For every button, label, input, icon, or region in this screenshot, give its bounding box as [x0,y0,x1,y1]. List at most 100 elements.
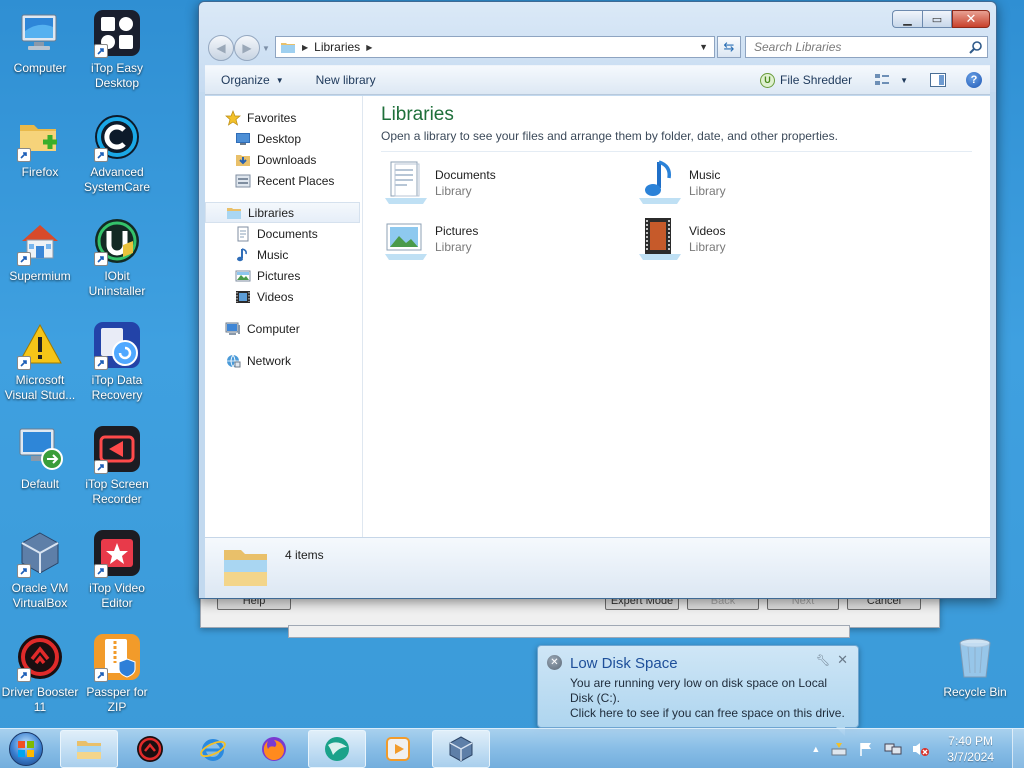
videos-library-icon [635,214,685,264]
library-pictures[interactable]: Pictures Library [381,214,621,264]
low-disk-space-notification[interactable]: ✕ Low Disk Space 🔧︎ ✕ You are running ve… [537,645,859,736]
passper-zip-icon [92,632,142,682]
desktop-icon-advanced-systemcare[interactable]: Advanced SystemCare [77,112,157,195]
desktop-icon-driver-booster[interactable]: Driver Booster 11 [0,632,80,715]
maximize-button[interactable]: ▭ [922,10,952,28]
search-icon[interactable] [969,40,983,54]
green-sphere-app-icon [325,737,349,761]
show-desktop-button[interactable] [1012,729,1024,768]
desktop-icon-itop-data-recovery[interactable]: iTop Data Recovery [77,320,157,403]
network-tray-icon[interactable] [884,741,902,757]
organize-button[interactable]: Organize ▼ [205,73,300,87]
shortcut-arrow-icon [94,668,108,682]
refresh-button[interactable]: ⇆ [717,36,741,58]
nav-item-network[interactable]: Network [205,350,362,371]
taskbar-firefox[interactable] [245,730,303,768]
wrench-icon[interactable]: 🔧︎ [816,654,830,667]
back-nav-button[interactable]: ◀ [208,35,234,61]
notification-line-1: You are running very low on disk space o… [570,676,828,705]
taskbar-driver-booster[interactable] [121,730,179,768]
desktop-icon-iobit-uninstaller[interactable]: IObit Uninstaller [77,216,157,299]
nav-item-music[interactable]: Music [205,244,362,265]
videos-icon [235,289,251,305]
navigation-pane: Favorites Desktop Downloads Recent Place… [205,96,363,537]
shortcut-arrow-icon [17,148,31,162]
screen-recorder-icon [386,737,410,761]
pictures-library-icon [381,214,431,264]
library-videos[interactable]: Videos Library [635,214,875,264]
organize-label: Organize [221,73,270,87]
breadcrumb-libraries[interactable]: Libraries [314,40,360,54]
itop-easy-desktop-icon [92,8,142,58]
taskbar-virtualbox[interactable] [432,730,490,768]
address-bar[interactable]: ▶ Libraries ▶ ▼ [275,36,715,58]
start-button[interactable] [4,730,48,768]
nav-item-label: Music [257,247,289,262]
file-shredder-button[interactable]: U File Shredder [754,72,858,88]
breadcrumb-separator-icon[interactable]: ▶ [366,43,372,52]
nav-item-computer[interactable]: Computer [205,318,362,339]
taskbar-active-app[interactable] [308,730,366,768]
nav-item-libraries[interactable]: Libraries [205,202,360,223]
desktop-icon-label: Supermium [9,269,71,283]
library-type: Library [689,240,726,254]
desktop-icon-microsoft-visual-studio[interactable]: Microsoft Visual Stud... [0,320,80,403]
help-icon[interactable]: ? [966,72,982,88]
desktop-icon-passper-zip[interactable]: Passper for ZIP [77,632,157,715]
nav-item-desktop[interactable]: Desktop [205,128,362,149]
warning-icon [15,320,65,370]
star-icon [225,109,241,126]
desktop-icon-supermium[interactable]: Supermium [0,216,80,284]
desktop-icon-itop-video-editor[interactable]: iTop Video Editor [77,528,157,611]
taskbar-clock[interactable]: 7:40 PM 3/7/2024 [947,733,994,765]
nav-item-label: Network [247,353,292,368]
desktop-icon-default[interactable]: Default [0,424,80,492]
recent-pages-dropdown[interactable]: ▼ [262,44,272,61]
nav-item-recent-places[interactable]: Recent Places [205,170,362,191]
change-view-button[interactable]: ▼ [874,73,908,87]
driver-booster-icon [137,736,163,762]
desktop-icon-itop-screen-recorder[interactable]: iTop Screen Recorder [77,424,157,507]
action-center-icon[interactable] [858,741,874,757]
close-button[interactable]: ✕ [952,10,990,28]
minimize-button[interactable]: ▁ [892,10,922,28]
desktop-icon-oracle-virtualbox[interactable]: Oracle VM VirtualBox [0,528,80,611]
preview-pane-button[interactable] [930,73,946,87]
nav-item-favorites[interactable]: Favorites [205,107,362,128]
taskbar-itop-screen-recorder[interactable] [369,730,427,768]
nav-item-label: Documents [257,226,318,241]
command-bar-right: U File Shredder ▼ ? [754,72,990,88]
documents-icon [235,226,251,242]
taskbar-internet-explorer[interactable] [184,730,242,768]
library-documents[interactable]: Documents Library [381,158,621,208]
taskbar-explorer[interactable] [60,730,118,768]
new-library-button[interactable]: New library [300,73,392,87]
nav-item-videos[interactable]: Videos [205,286,362,307]
shortcut-arrow-icon [94,564,108,578]
address-dropdown-icon[interactable]: ▼ [699,42,708,52]
monitor-remote-icon [15,424,65,474]
view-dropdown-icon[interactable]: ▼ [900,76,908,85]
nav-item-pictures[interactable]: Pictures [205,265,362,286]
volume-muted-icon[interactable] [912,741,930,757]
library-music[interactable]: Music Library [635,158,875,208]
desktop-icon-itop-easy-desktop[interactable]: iTop Easy Desktop [77,8,157,91]
nav-item-downloads[interactable]: Downloads [205,149,362,170]
search-input[interactable] [745,36,988,58]
nav-item-label: Videos [257,289,294,304]
library-name: Music [689,168,721,182]
navigation-buttons: ◀ ▶ ▼ [208,35,272,61]
desktop-icon-computer[interactable]: Computer [0,8,80,76]
caption-buttons: ▁ ▭ ✕ [892,10,990,28]
forward-nav-button[interactable]: ▶ [234,35,260,61]
desktop-icon-label: Computer [13,61,67,75]
low-disk-tray-icon[interactable] [830,741,848,757]
desktop-icon-recycle-bin[interactable]: Recycle Bin [935,632,1015,700]
nav-item-documents[interactable]: Documents [205,223,362,244]
desktop-icon-label: iTop Data Recovery [91,373,143,402]
desktop-icon-firefox[interactable]: Firefox [0,112,80,180]
notification-close-icon[interactable]: ✕ [837,652,848,668]
downloads-folder-icon [235,152,251,168]
show-hidden-icons-button[interactable]: ▲ [811,744,820,754]
notification-message[interactable]: You are running very low on disk space o… [570,676,850,721]
